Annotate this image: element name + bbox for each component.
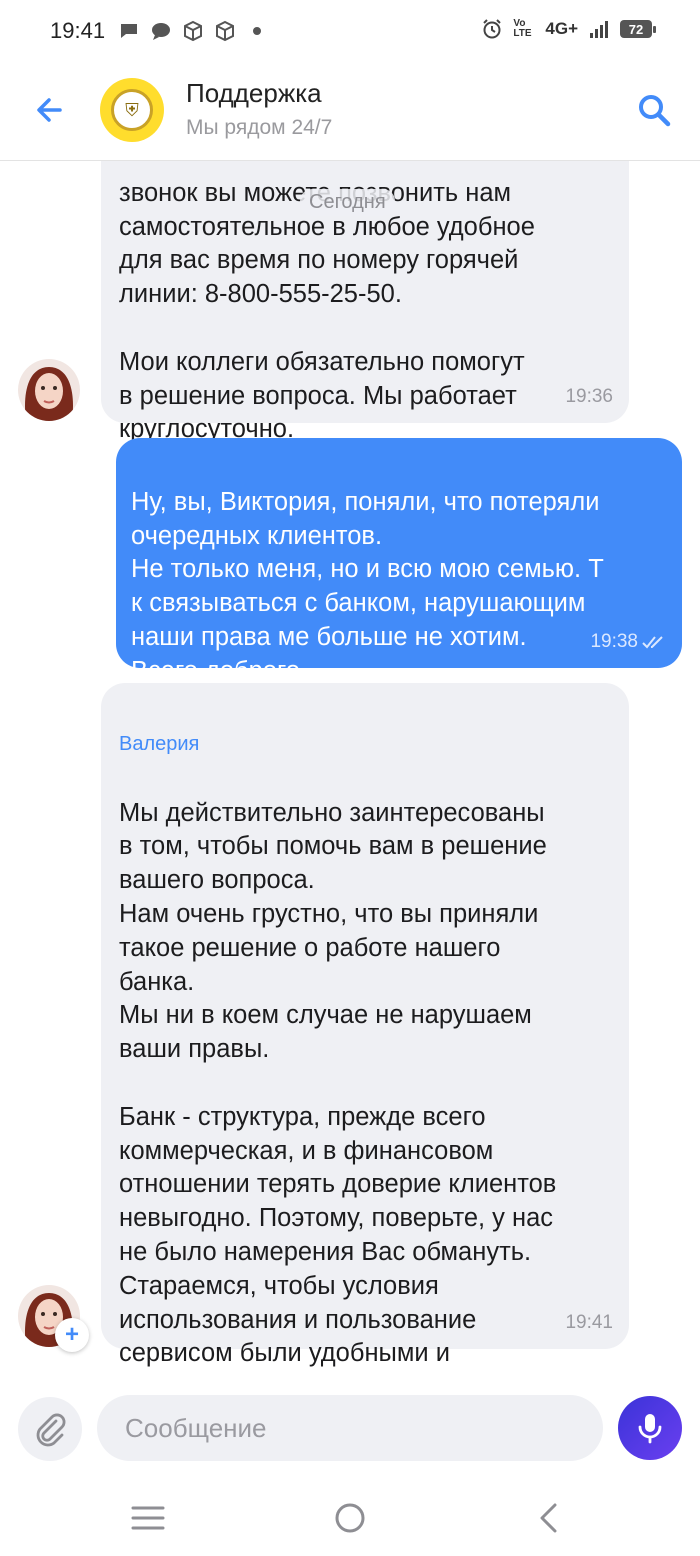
double-check-icon [642, 636, 663, 649]
status-bar: 19:41 Vo LTE 4G+ 72 [0, 0, 700, 62]
system-nav-bar [0, 1476, 700, 1556]
bank-avatar[interactable]: ⛨ [100, 78, 164, 142]
message-time-wrap: 19:38 [590, 632, 666, 652]
notification-icons [118, 20, 268, 42]
message-list[interactable]: Сегодня звонок вы можете позвонить нам с… [0, 161, 700, 1376]
agent-photo-icon [18, 359, 80, 421]
add-agent-button[interactable]: + [55, 1318, 89, 1352]
paperclip-icon [36, 1413, 66, 1447]
menu-icon[interactable] [128, 1498, 168, 1538]
dot-icon [253, 27, 261, 35]
chat-title[interactable]: Поддержка [186, 78, 322, 109]
attach-button[interactable] [18, 1397, 82, 1461]
arrow-left-icon[interactable] [30, 90, 70, 130]
sender-name[interactable]: Валерия [119, 733, 611, 755]
tinkoff-logo-icon: ⛨ [111, 89, 153, 131]
agent-avatar[interactable] [18, 359, 80, 421]
volte-indicator: Vo LTE [513, 18, 532, 39]
message-composer [0, 1376, 700, 1476]
message-bubble-outgoing[interactable]: Ну, вы, Виктория, поняли, что потеряли о… [116, 438, 682, 685]
battery-icon: 72 [620, 20, 656, 38]
signal-icon [590, 21, 608, 38]
message-text: звонок вы можете позвонить нам самостоят… [119, 178, 535, 444]
message-bubble-incoming[interactable]: Валерия Мы действительно заинтересованы … [101, 683, 629, 1376]
home-icon[interactable] [330, 1498, 370, 1538]
message-text: Ну, вы, Виктория, поняли, что потеряли о… [131, 487, 604, 685]
network-indicator: 4G+ [545, 19, 578, 38]
chat-icon [121, 24, 137, 38]
cube-icon [216, 20, 234, 42]
microphone-icon [638, 1414, 662, 1444]
search-icon[interactable] [634, 90, 674, 130]
date-divider: Сегодня [300, 189, 395, 216]
system-indicators: Vo LTE 4G+ 72 [481, 18, 656, 40]
alarm-icon [483, 19, 502, 39]
message-text: Мы действительно заинтересованы в том, ч… [119, 798, 557, 1376]
chat-header: ⛨ Поддержка Мы рядом 24/7 [0, 62, 700, 161]
microphone-button[interactable] [618, 1396, 682, 1460]
back-icon[interactable] [530, 1498, 570, 1538]
message-time: 19:38 [590, 631, 638, 652]
status-time: 19:41 [50, 18, 106, 43]
cube-icon [184, 20, 202, 42]
chat-subtitle: Мы рядом 24/7 [186, 116, 333, 139]
message-time: 19:41 [565, 1312, 613, 1333]
chat-bubble-icon [152, 23, 170, 40]
message-time: 19:36 [565, 386, 613, 407]
message-input[interactable] [97, 1395, 603, 1461]
